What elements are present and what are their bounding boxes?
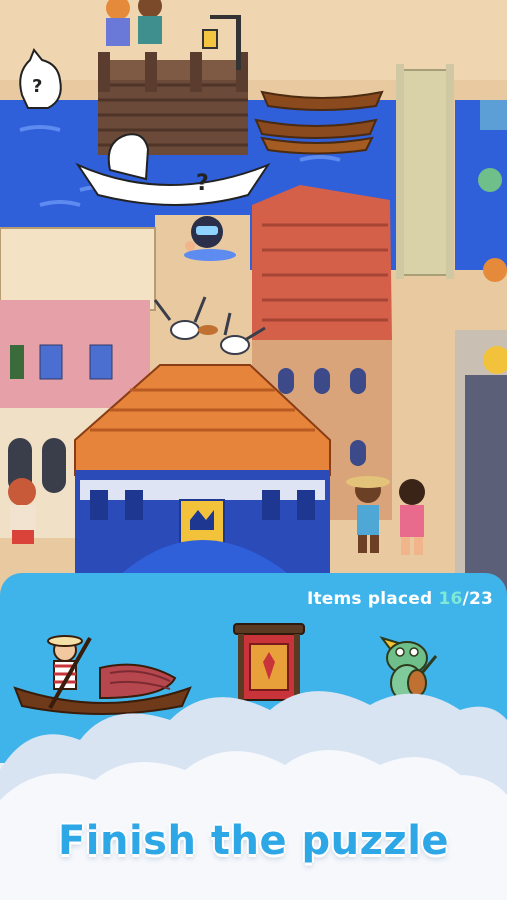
hint-question-mark: ?	[32, 76, 42, 97]
venice-puzzle-scene[interactable]: ? ?	[0, 0, 507, 600]
counter-label: Items placed	[306, 589, 433, 609]
hint-question-mark: ?	[196, 171, 209, 196]
top-plaza	[0, 0, 507, 80]
items-placed-counter: Items placed 16/23	[307, 589, 493, 609]
stone-walkway	[396, 64, 454, 279]
headline-text: Finish the puzzle	[57, 818, 450, 864]
counter-placed: 16	[438, 589, 463, 609]
counter-total: 23	[468, 589, 493, 609]
cloud-banner	[0, 691, 507, 900]
game-screen: ? ? Items placed 16/23 Finish the puzzle	[0, 0, 507, 900]
